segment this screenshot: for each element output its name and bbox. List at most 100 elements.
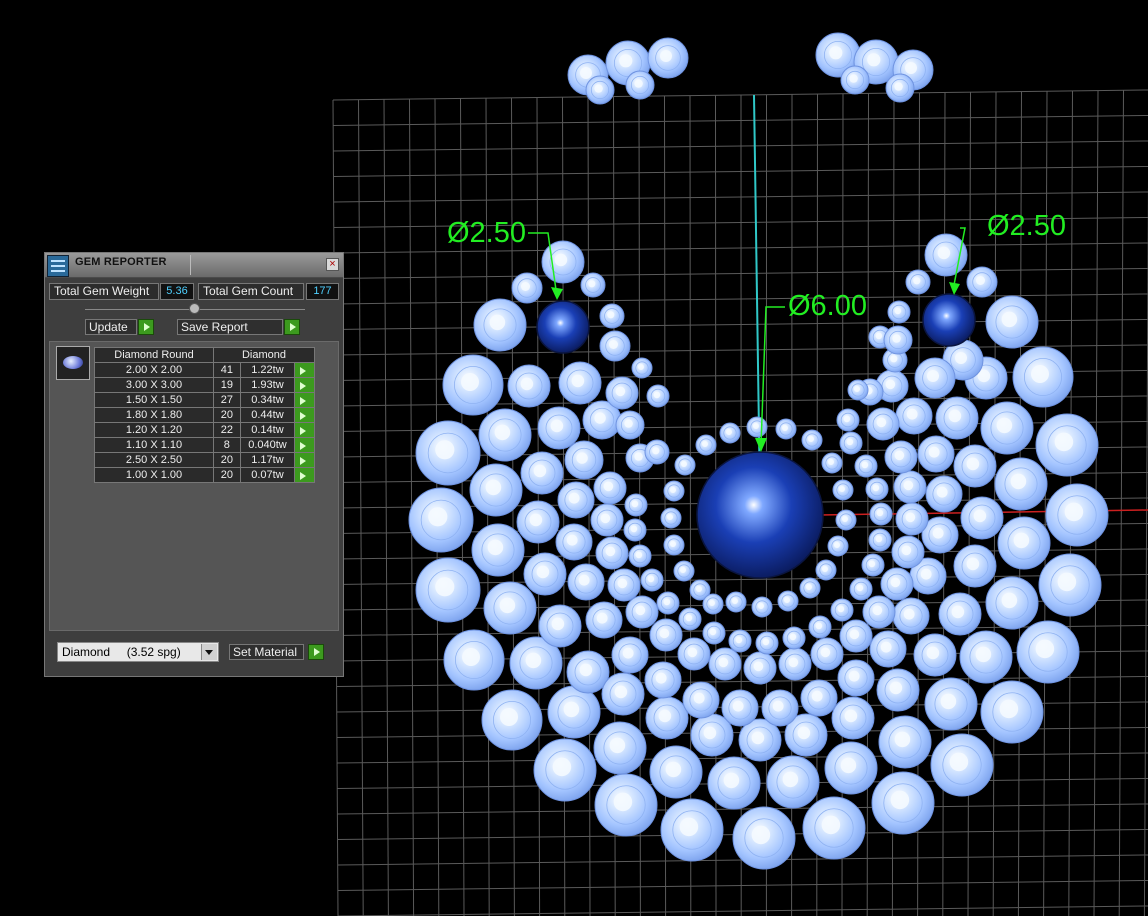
row-go-icon[interactable] (294, 392, 315, 408)
update-button[interactable]: Update (85, 319, 137, 335)
gem-stone[interactable] (895, 502, 929, 536)
gem-stone[interactable] (866, 407, 900, 441)
row-go-icon[interactable] (294, 377, 315, 393)
gem-stone[interactable] (847, 379, 869, 401)
row-go-icon[interactable] (294, 437, 315, 453)
gem-stone[interactable] (415, 557, 481, 623)
gem-stone[interactable] (878, 715, 932, 769)
gem-stone[interactable] (557, 481, 595, 519)
gem-stone[interactable] (631, 357, 653, 379)
gem-stone[interactable] (755, 631, 779, 655)
gem-stone[interactable] (743, 651, 777, 685)
gem-stone[interactable] (883, 325, 913, 355)
gem-stone[interactable] (599, 330, 631, 362)
gem-stone[interactable] (483, 581, 537, 635)
gem-stone[interactable] (623, 518, 647, 542)
gem-stone[interactable] (537, 406, 581, 450)
accent-stone-left[interactable] (536, 300, 590, 354)
gem-stone[interactable] (980, 680, 1044, 744)
gem-stone[interactable] (810, 637, 844, 671)
gem-stone[interactable] (824, 741, 878, 795)
gem-stone[interactable] (832, 479, 854, 501)
gem-stone[interactable] (541, 240, 585, 284)
gem-stone[interactable] (523, 552, 567, 596)
set-material-go-icon[interactable] (308, 644, 324, 660)
gem-stone[interactable] (865, 477, 889, 501)
gem-stone[interactable] (520, 451, 564, 495)
gem-stone[interactable] (1038, 553, 1102, 617)
gem-stone[interactable] (782, 626, 806, 650)
gem-stone[interactable] (802, 796, 866, 860)
gem-stone[interactable] (885, 73, 915, 103)
gem-stone[interactable] (558, 361, 602, 405)
gem-stone[interactable] (953, 444, 997, 488)
gem-stone[interactable] (766, 755, 820, 809)
gem-stone[interactable] (695, 434, 717, 456)
gem-stone[interactable] (861, 553, 885, 577)
gem-stone[interactable] (914, 357, 956, 399)
gem-stone[interactable] (473, 298, 527, 352)
gem-stone[interactable] (624, 493, 648, 517)
gem-stone[interactable] (443, 629, 505, 691)
gem-stone[interactable] (924, 233, 968, 277)
gem-stone[interactable] (647, 37, 689, 79)
gem-stone[interactable] (605, 376, 639, 410)
gem-stone[interactable] (678, 607, 702, 631)
center-stone-6mm[interactable] (696, 451, 824, 579)
gem-stone[interactable] (585, 601, 623, 639)
table-row[interactable]: 1.50 X 1.50 27 0.34tw (94, 392, 315, 408)
gem-stone[interactable] (835, 509, 857, 531)
gem-stone[interactable] (594, 773, 658, 837)
gem-stone[interactable] (960, 496, 1004, 540)
table-row[interactable]: 2.50 X 2.50 20 1.17tw (94, 452, 315, 468)
gem-stone[interactable] (585, 75, 615, 105)
gem-stone[interactable] (593, 721, 647, 775)
gem-stone[interactable] (601, 672, 645, 716)
gem-stone[interactable] (808, 615, 832, 639)
gem-stone[interactable] (725, 591, 747, 613)
gem-stone[interactable] (854, 454, 878, 478)
row-go-icon[interactable] (294, 362, 315, 378)
gem-stone[interactable] (507, 364, 551, 408)
save-report-go-icon[interactable] (284, 319, 300, 335)
table-row[interactable]: 1.00 X 1.00 20 0.07tw (94, 467, 315, 483)
gem-stone[interactable] (997, 516, 1051, 570)
gem-stone[interactable] (702, 621, 726, 645)
gem-stone[interactable] (930, 733, 994, 797)
table-row[interactable]: 3.00 X 3.00 19 1.93tw (94, 377, 315, 393)
table-row[interactable]: 1.80 X 1.80 20 0.44tw (94, 407, 315, 423)
chevron-down-icon[interactable] (201, 644, 217, 660)
gem-stone[interactable] (640, 568, 664, 592)
gem-stone[interactable] (777, 590, 799, 612)
gem-stone[interactable] (953, 544, 997, 588)
gem-stone[interactable] (649, 618, 683, 652)
gem-stone[interactable] (761, 689, 799, 727)
gem-stone[interactable] (595, 536, 629, 570)
gem-stone[interactable] (625, 595, 659, 629)
gem-stone[interactable] (924, 677, 978, 731)
gem-stone[interactable] (887, 300, 911, 324)
gem-stone[interactable] (628, 544, 652, 568)
gem-stone[interactable] (801, 429, 823, 451)
gem-stone[interactable] (880, 567, 914, 601)
gem-stone[interactable] (799, 577, 821, 599)
gem-stone[interactable] (611, 636, 649, 674)
gem-stone[interactable] (555, 523, 593, 561)
gem-stone[interactable] (625, 70, 655, 100)
gem-stone[interactable] (511, 272, 543, 304)
gem-stone[interactable] (656, 591, 680, 615)
accent-stone-right[interactable] (922, 293, 976, 347)
gem-stone[interactable] (649, 745, 703, 799)
gem-stone[interactable] (682, 681, 720, 719)
gem-stone[interactable] (593, 471, 627, 505)
row-go-icon[interactable] (294, 467, 315, 483)
gem-stone[interactable] (913, 633, 957, 677)
gem-stone[interactable] (538, 604, 582, 648)
gem-stone[interactable] (644, 439, 670, 465)
gem-stone[interactable] (827, 535, 849, 557)
gem-stone[interactable] (994, 457, 1048, 511)
update-go-icon[interactable] (138, 319, 154, 335)
save-report-button[interactable]: Save Report (177, 319, 283, 335)
panel-titlebar[interactable]: GEM REPORTER × (45, 253, 343, 278)
gem-stone[interactable] (719, 422, 741, 444)
